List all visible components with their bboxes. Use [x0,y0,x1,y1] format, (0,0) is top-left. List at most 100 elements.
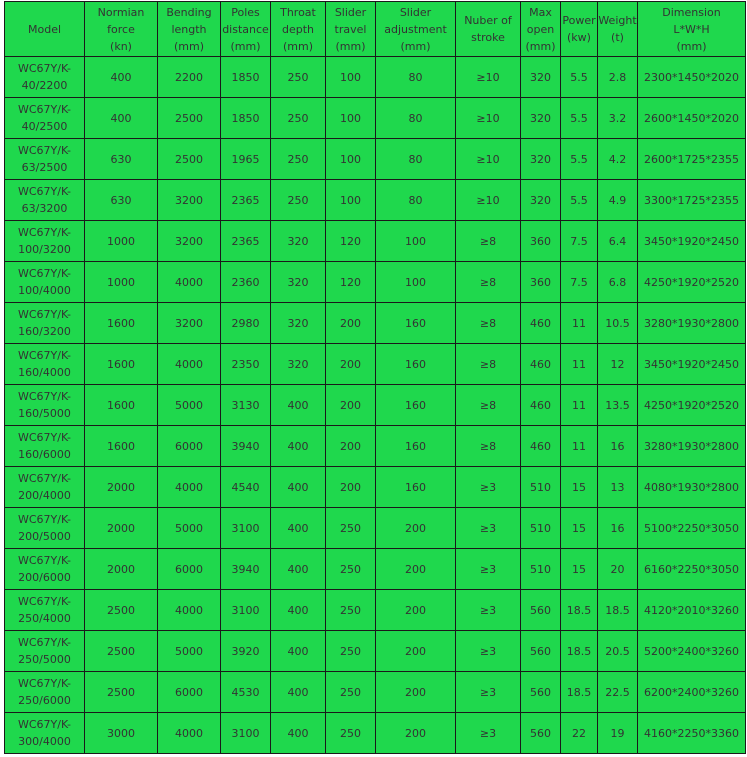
cell-length: 4000 [157,261,221,303]
cell-length: 2500 [157,138,221,180]
cell-dimension: 6160*2250*3050 [637,548,746,590]
table-row: WC67Y/K- 160/4000 1600 4000 2350 320 200 160 ≥8 4… [4,343,746,385]
cell-dimension: 4250*1920*2520 [637,384,746,426]
cell-stroke: ≥3 [455,630,521,672]
cell-travel: 250 [325,712,376,754]
header-model: Model [4,1,85,57]
cell-dimension: 4250*1920*2520 [637,261,746,303]
cell-power: 18.5 [560,671,598,713]
cell-throat: 400 [270,507,326,549]
table-row: WC67Y/K- 250/6000 2500 6000 4530 400 250 200 ≥3 5… [4,671,746,713]
cell-power: 11 [560,302,598,344]
cell-dimension: 3300*1725*2355 [637,179,746,221]
cell-poles: 2360 [220,261,271,303]
cell-weight: 6.8 [597,261,638,303]
cell-power: 11 [560,425,598,467]
cell-length: 4000 [157,589,221,631]
cell-throat: 400 [270,630,326,672]
header-dimension: Dimension L*W*H (mm) [637,1,746,57]
cell-dimension: 4080*1930*2800 [637,466,746,508]
cell-stroke: ≥3 [455,589,521,631]
cell-adjustment: 100 [375,220,456,262]
cell-stroke: ≥10 [455,56,521,98]
cell-power: 5.5 [560,97,598,139]
table-row: WC67Y/K- 200/6000 2000 6000 3940 400 250 200 ≥3 5… [4,548,746,590]
cell-dimension: 5200*2400*3260 [637,630,746,672]
cell-throat: 400 [270,466,326,508]
cell-weight: 10.5 [597,302,638,344]
cell-power: 15 [560,507,598,549]
cell-force: 2000 [84,507,158,549]
cell-model: WC67Y/K- 63/3200 [4,179,85,221]
cell-force: 1000 [84,261,158,303]
cell-adjustment: 200 [375,671,456,713]
cell-throat: 400 [270,425,326,467]
table-row: WC67Y/K- 63/2500 630 2500 1965 250 100 80 ≥10 320… [4,138,746,180]
cell-weight: 16 [597,425,638,467]
cell-stroke: ≥10 [455,97,521,139]
cell-poles: 2365 [220,179,271,221]
cell-travel: 250 [325,630,376,672]
cell-length: 4000 [157,466,221,508]
cell-force: 400 [84,97,158,139]
cell-weight: 2.8 [597,56,638,98]
cell-dimension: 5100*2250*3050 [637,507,746,549]
cell-model: WC67Y/K- 200/4000 [4,466,85,508]
cell-dimension: 3450*1920*2450 [637,343,746,385]
table-row: WC67Y/K- 200/5000 2000 5000 3100 400 250 200 ≥3 5… [4,507,746,549]
cell-length: 3200 [157,220,221,262]
cell-force: 1600 [84,343,158,385]
cell-open: 320 [520,179,561,221]
cell-poles: 3940 [220,548,271,590]
cell-adjustment: 200 [375,712,456,754]
cell-force: 1600 [84,384,158,426]
cell-open: 560 [520,589,561,631]
cell-dimension: 2600*1725*2355 [637,138,746,180]
cell-open: 320 [520,97,561,139]
cell-dimension: 2600*1450*2020 [637,97,746,139]
cell-model: WC67Y/K- 100/4000 [4,261,85,303]
cell-dimension: 3280*1930*2800 [637,425,746,467]
cell-poles: 4530 [220,671,271,713]
cell-travel: 120 [325,261,376,303]
cell-poles: 3100 [220,507,271,549]
header-length: Bending length (mm) [157,1,221,57]
cell-dimension: 2300*1450*2020 [637,56,746,98]
cell-stroke: ≥3 [455,548,521,590]
cell-adjustment: 200 [375,548,456,590]
table-row: WC67Y/K- 160/5000 1600 5000 3130 400 200 160 ≥8 4… [4,384,746,426]
cell-model: WC67Y/K- 160/3200 [4,302,85,344]
cell-weight: 13.5 [597,384,638,426]
cell-model: WC67Y/K- 200/6000 [4,548,85,590]
cell-adjustment: 160 [375,425,456,467]
cell-model: WC67Y/K- 300/4000 [4,712,85,754]
cell-dimension: 3450*1920*2450 [637,220,746,262]
header-open: Max open (mm) [520,1,561,57]
header-stroke: Nuber of stroke [455,1,521,57]
spec-table-container: Model Normian force (kn) Bending length (mm)… [4,1,746,754]
cell-length: 6000 [157,548,221,590]
cell-force: 630 [84,179,158,221]
cell-weight: 22.5 [597,671,638,713]
cell-length: 5000 [157,507,221,549]
cell-model: WC67Y/K- 250/5000 [4,630,85,672]
cell-open: 320 [520,56,561,98]
cell-power: 18.5 [560,589,598,631]
cell-power: 7.5 [560,261,598,303]
cell-weight: 12 [597,343,638,385]
cell-travel: 250 [325,589,376,631]
cell-power: 22 [560,712,598,754]
header-poles: Poles distance (mm) [220,1,271,57]
table-row: WC67Y/K- 250/4000 2500 4000 3100 400 250 200 ≥3 5… [4,589,746,631]
header-adjustment: Slider adjustment (mm) [375,1,456,57]
cell-force: 2000 [84,548,158,590]
cell-stroke: ≥3 [455,712,521,754]
cell-force: 2000 [84,466,158,508]
cell-force: 630 [84,138,158,180]
cell-travel: 100 [325,97,376,139]
cell-weight: 16 [597,507,638,549]
cell-throat: 320 [270,261,326,303]
cell-stroke: ≥8 [455,261,521,303]
cell-adjustment: 160 [375,302,456,344]
cell-travel: 250 [325,507,376,549]
